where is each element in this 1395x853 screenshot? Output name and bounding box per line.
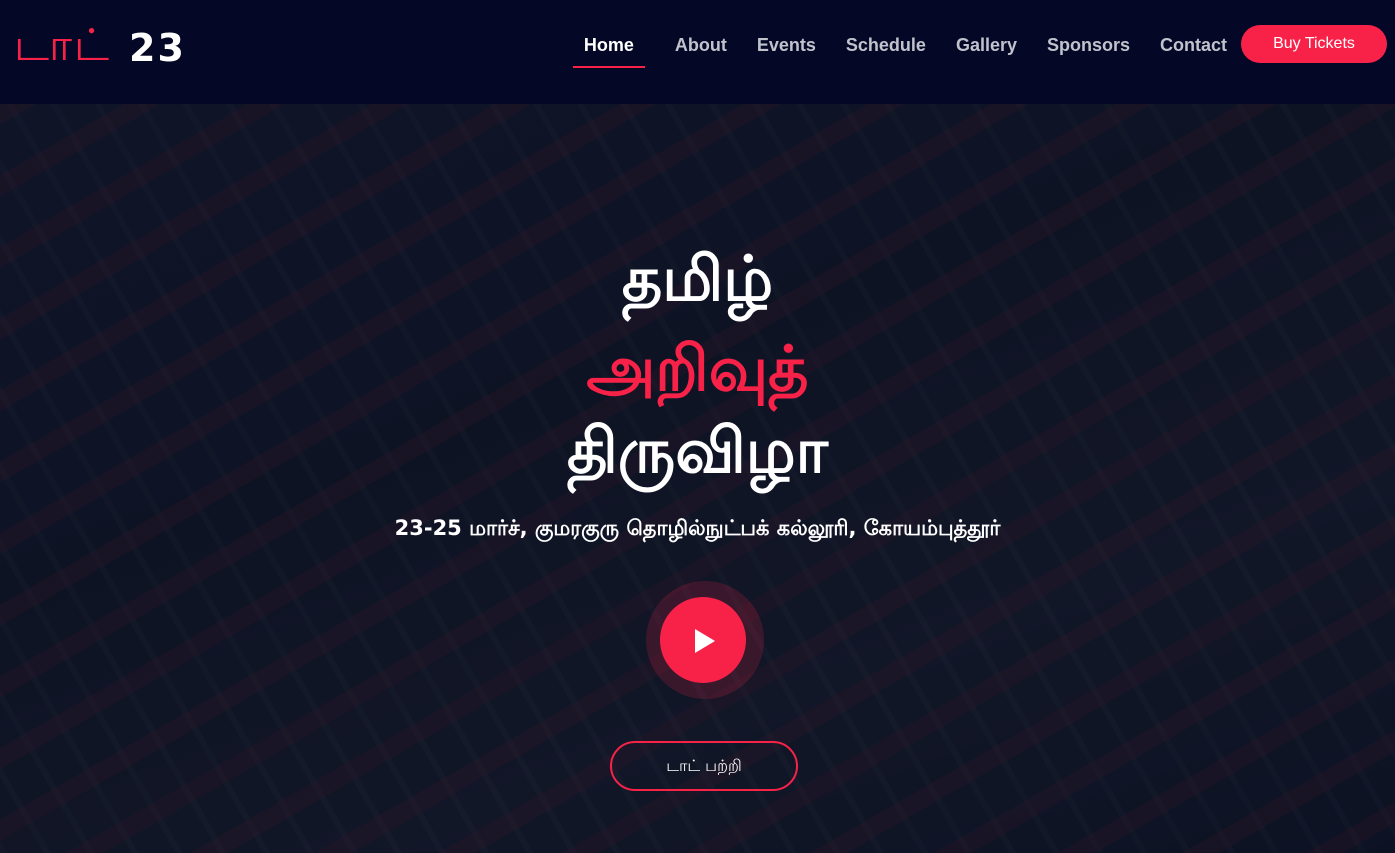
logo-year-text: 23 — [129, 26, 186, 70]
main-nav: Home About Events Schedule Gallery Spons… — [572, 0, 1227, 90]
buy-tickets-button[interactable]: Buy Tickets — [1241, 25, 1387, 63]
logo-tamil-text: டாட் — [14, 19, 112, 71]
nav-schedule[interactable]: Schedule — [846, 0, 926, 90]
hero-title-line-2: அறிவுத் — [586, 332, 809, 405]
hero-section: தமிழ் அறிவுத் திருவிழா 23-25 மார்ச், கும… — [0, 104, 1395, 853]
nav-sponsors[interactable]: Sponsors — [1047, 0, 1130, 90]
hero-title-line-3: திருவிழா — [566, 414, 829, 487]
site-header: டாட் 23 Home About Events Schedule Galle… — [0, 0, 1395, 104]
hero-content: தமிழ் அறிவுத் திருவிழா 23-25 மார்ச், கும… — [0, 104, 1395, 853]
about-tat-button[interactable]: டாட் பற்றி — [610, 741, 798, 791]
nav-about[interactable]: About — [675, 0, 727, 90]
hero-subtitle: 23-25 மார்ச், குமரகுரு தொழில்நுட்பக் கல்… — [394, 516, 1001, 540]
nav-events[interactable]: Events — [757, 0, 816, 90]
nav-gallery[interactable]: Gallery — [956, 0, 1017, 90]
play-icon — [695, 629, 715, 653]
play-video-button[interactable] — [660, 597, 746, 683]
nav-contact[interactable]: Contact — [1160, 0, 1227, 90]
hero-title-line-1: தமிழ் — [621, 242, 774, 315]
nav-home[interactable]: Home — [572, 0, 645, 90]
site-logo[interactable]: டாட் 23 — [14, 20, 186, 76]
